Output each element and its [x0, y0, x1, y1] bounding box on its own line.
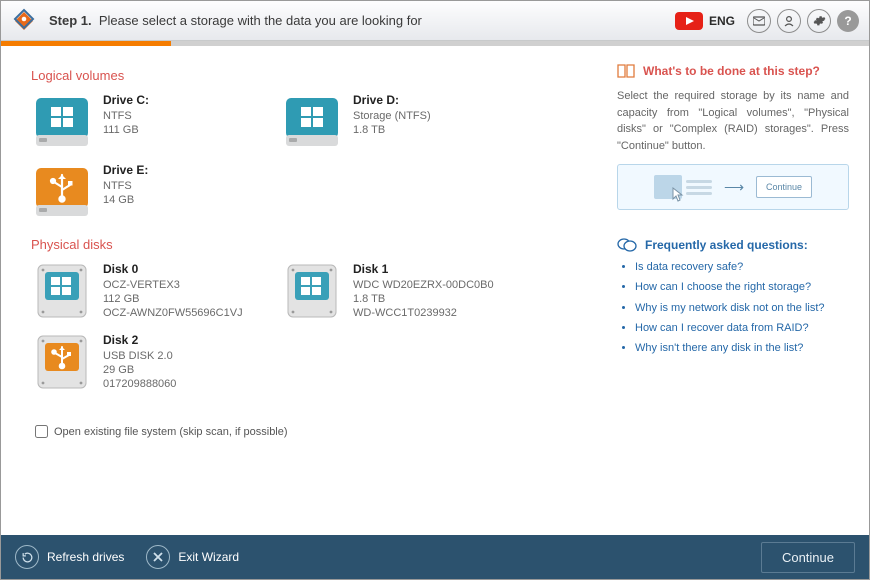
- language-selector[interactable]: ENG: [709, 10, 735, 32]
- drive-name: Drive D:: [353, 93, 431, 107]
- hint-continue-button: Continue: [756, 176, 812, 198]
- help-panel: What's to be done at this step? Select t…: [613, 46, 869, 535]
- faq-link[interactable]: How can I recover data from RAID?: [635, 321, 849, 335]
- drive-filesystem: NTFS: [103, 110, 149, 122]
- drive-icon: [281, 93, 343, 151]
- drive-size: 14 GB: [103, 194, 148, 206]
- whats-to-do-heading: What's to be done at this step?: [617, 64, 849, 78]
- refresh-icon: [15, 545, 39, 569]
- disk-model: USB DISK 2.0: [103, 350, 176, 362]
- faq-link[interactable]: Why isn't there any disk in the list?: [635, 341, 849, 355]
- settings-button[interactable]: [807, 9, 831, 33]
- logical-volume-item[interactable]: Drive D: Storage (NTFS) 1.8 TB: [281, 93, 531, 151]
- faq-heading: Frequently asked questions:: [617, 238, 849, 252]
- disk-size: 1.8 TB: [353, 293, 494, 305]
- faq-list: Is data recovery safe? How can I choose t…: [617, 260, 849, 355]
- cursor-icon: [672, 187, 686, 203]
- faq-icon: [617, 238, 637, 252]
- drive-icon: [31, 163, 93, 221]
- disk-model: OCZ-VERTEX3: [103, 279, 243, 291]
- drive-filesystem: Storage (NTFS): [353, 110, 431, 122]
- section-physical-disks: Physical disks: [31, 237, 595, 252]
- drive-filesystem: NTFS: [103, 180, 148, 192]
- drive-name: Drive C:: [103, 93, 149, 107]
- refresh-drives-button[interactable]: Refresh drives: [15, 545, 124, 569]
- help-button[interactable]: ?: [837, 10, 859, 32]
- drive-name: Drive E:: [103, 163, 148, 177]
- drive-icon: [31, 93, 93, 151]
- open-existing-fs-label: Open existing file system (skip scan, if…: [54, 426, 288, 438]
- step-title: Step 1. Please select a storage with the…: [49, 13, 422, 28]
- disk-name: Disk 0: [103, 262, 243, 276]
- app-logo-icon: [11, 8, 37, 34]
- whats-to-do-text: Select the required storage by its name …: [617, 88, 849, 154]
- disk-serial: WD-WCC1T0239932: [353, 307, 494, 319]
- open-existing-fs-checkbox[interactable]: Open existing file system (skip scan, if…: [31, 422, 595, 441]
- footer-bar: Refresh drives Exit Wizard Continue: [1, 535, 869, 579]
- faq-link[interactable]: Is data recovery safe?: [635, 260, 849, 274]
- physical-disk-item[interactable]: Disk 1 WDC WD20EZRX-00DC0B0 1.8 TB WD-WCC1T…: [281, 262, 531, 321]
- storage-list-panel: Logical volumes Drive C:NTFS111 GBDrive …: [1, 46, 613, 535]
- open-existing-fs-input[interactable]: [35, 425, 48, 438]
- disk-name: Disk 2: [103, 333, 176, 347]
- disk-serial: 017209888060: [103, 378, 176, 390]
- disk-size: 29 GB: [103, 364, 176, 376]
- physical-disk-item[interactable]: Disk 0 OCZ-VERTEX3 112 GB OCZ-AWNZ0FW55696C…: [31, 262, 281, 321]
- arrow-icon: ⟶: [724, 179, 744, 196]
- disk-name: Disk 1: [353, 262, 494, 276]
- exit-wizard-button[interactable]: Exit Wizard: [146, 545, 239, 569]
- physical-disk-item[interactable]: Disk 2 USB DISK 2.0 29 GB 017209888060: [31, 333, 281, 392]
- feedback-button[interactable]: [747, 9, 771, 33]
- disk-model: WDC WD20EZRX-00DC0B0: [353, 279, 494, 291]
- disk-icon: [281, 262, 343, 320]
- book-icon: [617, 64, 635, 78]
- step-hint-illustration: ⟶ Continue: [617, 164, 849, 210]
- disk-icon: [31, 333, 93, 391]
- logical-volume-item[interactable]: Drive E: NTFS 14 GB: [31, 163, 281, 221]
- close-icon: [146, 545, 170, 569]
- continue-button[interactable]: Continue: [761, 542, 855, 573]
- drive-size: 1.8 TB: [353, 124, 431, 136]
- step-number: Step 1.: [49, 13, 92, 28]
- logical-volume-item[interactable]: Drive C: NTFS 111 GB: [31, 93, 281, 151]
- disk-icon: [31, 262, 93, 320]
- step-description: Please select a storage with the data yo…: [99, 13, 422, 28]
- faq-link[interactable]: Why is my network disk not on the list?: [635, 301, 849, 315]
- youtube-button[interactable]: [675, 10, 703, 32]
- faq-link[interactable]: How can I choose the right storage?: [635, 280, 849, 294]
- disk-size: 112 GB: [103, 293, 243, 305]
- account-button[interactable]: [777, 9, 801, 33]
- header-bar: Step 1. Please select a storage with the…: [1, 1, 869, 41]
- drive-size: 111 GB: [103, 124, 149, 136]
- disk-serial: OCZ-AWNZ0FW55696C1VJ: [103, 307, 243, 319]
- section-logical-volumes: Logical volumes: [31, 68, 595, 83]
